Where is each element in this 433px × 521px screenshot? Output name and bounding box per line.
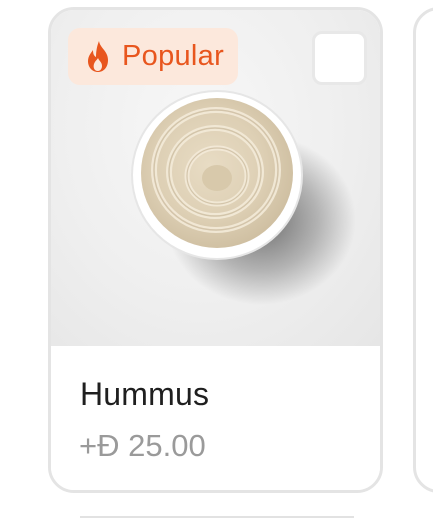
- product-info: Hummus +Đ 25.00: [51, 346, 380, 490]
- fire-icon: [84, 40, 114, 74]
- product-card[interactable]: Popular Hummus +Đ 25.00: [48, 7, 383, 493]
- badge-label: Popular: [122, 40, 225, 72]
- product-price: +Đ 25.00: [79, 428, 206, 463]
- menu-viewport: Popular Hummus +Đ 25.00: [0, 0, 433, 521]
- product-name: Hummus: [80, 376, 210, 412]
- select-checkbox[interactable]: [312, 31, 367, 85]
- next-product-card[interactable]: [413, 7, 433, 493]
- popular-badge: Popular: [68, 28, 239, 85]
- section-divider: [80, 516, 354, 518]
